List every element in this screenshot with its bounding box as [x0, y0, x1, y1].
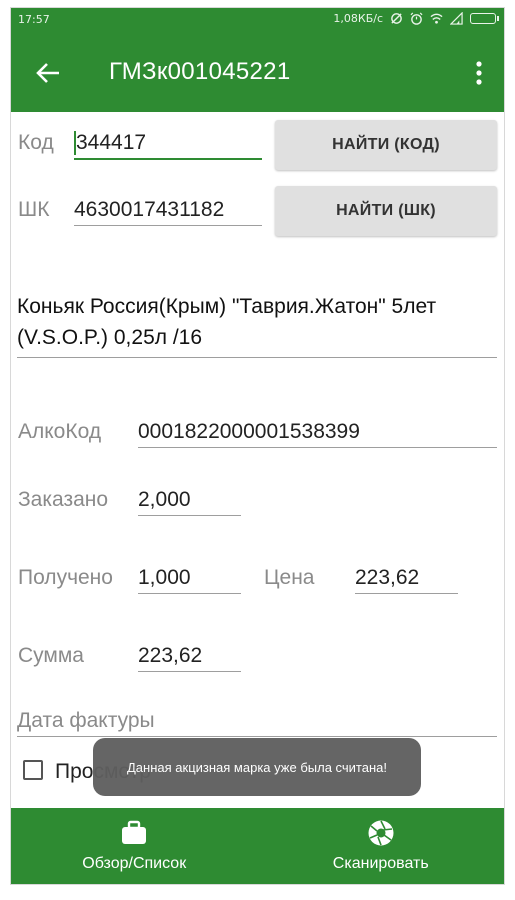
find-by-code-button[interactable]: НАЙТИ (КОД) — [275, 120, 497, 170]
price-value: 223,62 — [355, 566, 420, 589]
bottom-nav: Обзор/Список Сканировать — [11, 808, 504, 884]
view-checkbox[interactable] — [23, 760, 43, 780]
app-bar: ГМЗк001045221 — [11, 32, 504, 112]
battery-icon — [470, 13, 499, 24]
price-input[interactable]: 223,62 — [355, 563, 458, 594]
scan-label: Сканировать — [332, 855, 429, 872]
toast-text: Данная акцизная марка уже была считана! — [127, 759, 387, 775]
invoice-date-input[interactable]: Дата фактуры — [17, 706, 497, 737]
overview-list-label: Обзор/Список — [82, 855, 187, 872]
wifi-icon — [430, 13, 443, 24]
toast-message: Данная акцизная марка уже была считана! — [93, 738, 421, 796]
arrow-back-icon[interactable] — [33, 58, 63, 88]
alco-code-input[interactable]: 0001822000001538399 — [138, 417, 497, 448]
received-label: Получено — [18, 566, 113, 589]
product-name-field[interactable]: Коньяк Россия(Крым) "Таврия.Жатон" 5лет … — [17, 291, 497, 358]
camera-shutter-icon — [368, 820, 394, 846]
briefcase-icon — [122, 820, 147, 844]
find-by-code-label: НАЙТИ (КОД) — [332, 136, 440, 153]
app-screen: 17:57 1,08КБ/с ГМЗк001045221 Код 344417 … — [11, 8, 504, 884]
alarm-icon — [410, 12, 423, 25]
code-label: Код — [18, 131, 54, 154]
ordered-value: 2,000 — [138, 488, 191, 511]
signal-icon — [450, 12, 463, 25]
page-title: ГМЗк001045221 — [109, 58, 291, 85]
sum-label: Сумма — [18, 644, 84, 667]
find-by-barcode-label: НАЙТИ (ШК) — [336, 202, 436, 219]
invoice-date-placeholder: Дата фактуры — [17, 709, 155, 732]
sync-off-icon — [391, 13, 402, 24]
net-speed: 1,08КБ/с — [333, 12, 383, 25]
sum-value: 223,62 — [138, 644, 203, 667]
received-input[interactable]: 1,000 — [138, 563, 241, 594]
code-input[interactable]: 344417 — [74, 128, 262, 160]
find-by-barcode-button[interactable]: НАЙТИ (ШК) — [275, 186, 497, 236]
price-label: Цена — [264, 566, 315, 589]
ordered-input[interactable]: 2,000 — [138, 485, 241, 516]
overview-list-tab[interactable]: Обзор/Список — [11, 808, 258, 884]
barcode-input-value: 4630017431182 — [74, 198, 225, 221]
code-input-value: 344417 — [76, 131, 147, 154]
barcode-label: ШК — [18, 198, 50, 221]
status-icons: 1,08КБ/с — [333, 12, 499, 25]
barcode-input[interactable]: 4630017431182 — [74, 195, 262, 226]
status-time: 17:57 — [18, 13, 50, 26]
scan-tab[interactable]: Сканировать — [258, 808, 505, 884]
alco-code-label: АлкоКод — [18, 420, 102, 443]
status-bar: 17:57 1,08КБ/с — [11, 8, 504, 32]
more-vert-icon[interactable] — [472, 58, 486, 88]
ordered-label: Заказано — [18, 488, 109, 511]
sum-input[interactable]: 223,62 — [138, 641, 241, 672]
received-value: 1,000 — [138, 566, 191, 589]
alco-code-value: 0001822000001538399 — [138, 420, 360, 443]
